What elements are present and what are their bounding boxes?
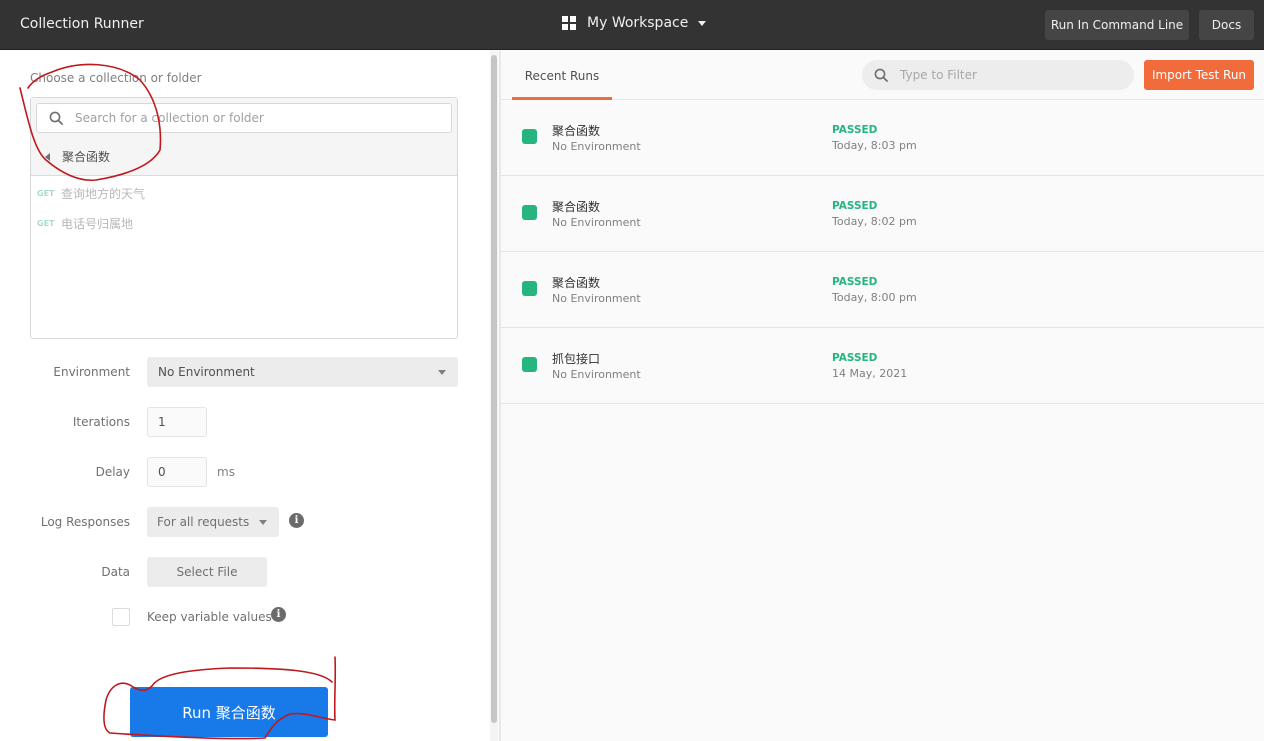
keep-variable-values-row: Keep variable values i — [0, 602, 490, 632]
status-passed-icon — [522, 205, 537, 220]
run-row[interactable]: 聚合函数 No Environment PASSED Today, 8:03 p… — [501, 100, 1264, 176]
run-time: 14 May, 2021 — [832, 367, 908, 380]
environment-label: Environment — [53, 365, 130, 379]
collection-search-input[interactable] — [75, 111, 435, 125]
collection-search-box[interactable] — [36, 103, 452, 133]
run-environment: No Environment — [552, 292, 641, 305]
iterations-input[interactable] — [147, 407, 207, 437]
docs-button[interactable]: Docs — [1199, 10, 1254, 40]
delay-unit: ms — [217, 465, 235, 479]
tabs-bar: Recent Runs Import Test Run — [501, 51, 1264, 100]
filter-input[interactable] — [900, 68, 1120, 82]
log-responses-label: Log Responses — [40, 515, 130, 529]
log-responses-value: For all requests — [157, 515, 250, 529]
run-name: 聚合函数 — [552, 200, 601, 214]
search-icon — [874, 68, 888, 82]
workspace-grid-icon — [562, 16, 576, 30]
recent-runs-panel: Recent Runs Import Test Run 聚合函数 No Envi… — [501, 51, 1264, 741]
run-environment: No Environment — [552, 140, 641, 153]
choose-collection-label: Choose a collection or folder — [30, 71, 202, 85]
runner-config-panel: Choose a collection or folder 聚合函数 GET 查… — [0, 51, 490, 741]
run-environment: No Environment — [552, 368, 641, 381]
request-name: 查询地方的天气 — [61, 186, 146, 201]
app-header: Collection Runner My Workspace Run In Co… — [0, 0, 1264, 50]
run-time: Today, 8:02 pm — [832, 215, 917, 228]
chevron-down-icon — [698, 20, 707, 26]
run-name: 聚合函数 — [552, 276, 601, 290]
search-icon — [49, 111, 63, 125]
status-passed-icon — [522, 357, 537, 372]
delay-row: Delay ms — [0, 457, 490, 487]
chevron-down-icon — [259, 520, 267, 525]
select-file-button[interactable]: Select File — [147, 557, 267, 587]
run-status: PASSED — [832, 200, 878, 212]
collection-picker-header: 聚合函数 — [31, 98, 457, 176]
delay-label: Delay — [95, 465, 130, 479]
run-row[interactable]: 抓包接口 No Environment PASSED 14 May, 2021 — [501, 328, 1264, 404]
iterations-row: Iterations — [0, 407, 490, 437]
workspace-name: My Workspace — [587, 15, 689, 31]
request-list: GET 查询地方的天气 GET 电话号归属地 — [31, 178, 457, 238]
status-passed-icon — [522, 129, 537, 144]
request-name: 电话号归属地 — [61, 216, 134, 231]
info-icon[interactable]: i — [271, 607, 286, 622]
run-status: PASSED — [832, 276, 878, 288]
request-method: GET — [37, 218, 55, 228]
run-row[interactable]: 聚合函数 No Environment PASSED Today, 8:02 p… — [501, 176, 1264, 252]
data-row: Data Select File — [0, 557, 490, 587]
run-name: 抓包接口 — [552, 352, 601, 366]
tab-recent-runs[interactable]: Recent Runs — [512, 51, 612, 100]
run-time: Today, 8:03 pm — [832, 139, 917, 152]
run-row[interactable]: 聚合函数 No Environment PASSED Today, 8:00 p… — [501, 252, 1264, 328]
delay-input[interactable] — [147, 457, 207, 487]
filter-box[interactable] — [862, 60, 1134, 90]
scrollbar-thumb[interactable] — [491, 55, 497, 723]
left-panel-scrollbar[interactable] — [490, 51, 498, 741]
run-collection-button[interactable]: Run 聚合函数 — [130, 687, 328, 737]
request-method: GET — [37, 188, 55, 198]
app-title: Collection Runner — [20, 16, 144, 32]
keep-variable-values-label: Keep variable values — [147, 610, 272, 624]
run-in-command-line-button[interactable]: Run In Command Line — [1045, 10, 1189, 40]
run-status: PASSED — [832, 352, 878, 364]
recent-runs-list: 聚合函数 No Environment PASSED Today, 8:03 p… — [501, 100, 1264, 404]
collection-back-breadcrumb[interactable]: 聚合函数 — [45, 148, 110, 165]
workspace-switcher[interactable]: My Workspace — [562, 15, 707, 31]
keep-variable-values-checkbox[interactable] — [112, 608, 130, 626]
run-environment: No Environment — [552, 216, 641, 229]
import-test-run-button[interactable]: Import Test Run — [1144, 60, 1254, 90]
run-status: PASSED — [832, 124, 878, 136]
chevron-down-icon — [438, 370, 446, 375]
data-label: Data — [101, 565, 130, 579]
log-responses-select[interactable]: For all requests — [147, 507, 279, 537]
info-icon[interactable]: i — [289, 513, 304, 528]
iterations-label: Iterations — [72, 415, 130, 429]
run-time: Today, 8:00 pm — [832, 291, 917, 304]
request-item[interactable]: GET 查询地方的天气 — [31, 178, 457, 208]
environment-row: Environment No Environment — [0, 357, 490, 387]
status-passed-icon — [522, 281, 537, 296]
collection-picker: 聚合函数 GET 查询地方的天气 GET 电话号归属地 — [30, 97, 458, 339]
current-collection-name: 聚合函数 — [62, 150, 111, 164]
request-item[interactable]: GET 电话号归属地 — [31, 208, 457, 238]
log-responses-row: Log Responses For all requests i — [0, 507, 490, 537]
caret-left-icon — [45, 152, 50, 161]
run-name: 聚合函数 — [552, 124, 601, 138]
environment-select[interactable]: No Environment — [147, 357, 458, 387]
environment-value: No Environment — [158, 365, 255, 379]
